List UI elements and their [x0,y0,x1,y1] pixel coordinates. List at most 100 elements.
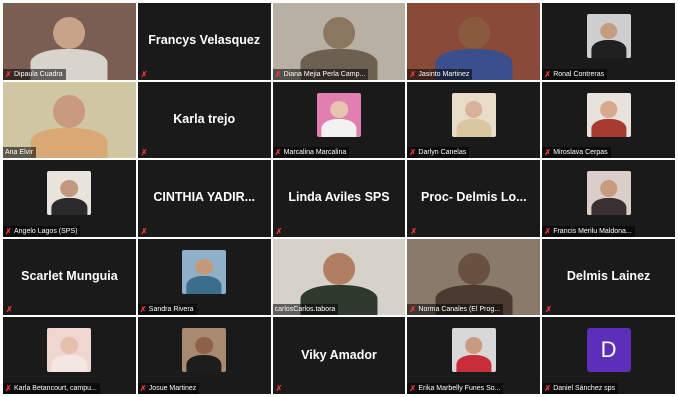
participant-name: Erika Marbelly Funes So... [418,384,501,392]
person-head [195,258,213,276]
participant-name-label: ✗ Miroslava Cerpas [542,147,611,159]
profile-picture [586,92,631,137]
participant-name-label: carlosCarlos.tabora [272,304,339,316]
person-body [591,197,627,216]
participant-name-label: ✗ Jasinto Martinez [407,68,473,80]
person-head [457,16,490,49]
participant-name: Darlyn Canelas [418,149,467,157]
mic-muted-icon: ✗ [5,226,12,236]
mic-muted-icon: ✗ [409,305,417,315]
mic-muted-icon: ✗ [140,226,148,236]
mic-muted-icon: ✗ [544,383,551,393]
mic-muted-icon: ✗ [409,69,417,79]
participant-tile[interactable]: Proc- Delmis Lo... ✗ [407,160,541,237]
person-head [53,16,86,49]
participant-name: Ana Elvir [5,149,34,157]
participant-tile[interactable]: Karla trejo ✗ [137,81,271,159]
participant-display-name: Linda Aviles SPS [288,190,390,205]
participant-display-name: Karla trejo [173,111,236,126]
profile-picture [586,171,631,216]
participant-tile[interactable]: ✗ Dipaula Cuadra [3,3,136,80]
person-head [60,179,79,197]
mic-muted-icon: ✗ [139,383,147,393]
participant-name-label: ✗ Karla Betancourt, campu... [3,382,100,394]
participant-name: Angelo Lagos (SPS) [14,227,78,235]
person-body [456,118,492,137]
participant-tile[interactable]: ✗ Diana Mejia Perla Camp... [272,3,406,80]
person-head [330,101,348,119]
mic-muted-icon: ✗ [140,148,148,158]
person-body [591,40,627,58]
mic-muted-icon: ✗ [140,69,148,79]
participant-tile[interactable]: CINTHIA YADIR... ✗ [137,160,271,237]
mic-muted-icon: ✗ [544,148,551,158]
mic-muted-icon: ✗ [274,69,282,79]
participant-tile[interactable]: ✗ Sandra Rivera [137,238,271,316]
participant-name: carlosCarlos.tabora [274,306,336,314]
participant-tile[interactable]: ✗ Erika Marbelly Funes So... [407,317,541,394]
participant-tile[interactable]: ✗ Ronal Contreras [542,3,675,80]
participant-name: Dipaula Cuadra [14,70,63,78]
participant-display-name: Scarlet Munguia [21,268,118,283]
person-head [457,252,490,285]
person-head [599,101,618,119]
mic-muted-icon: ✗ [545,305,552,315]
profile-picture [586,13,631,58]
participant-name: Daniel Sánchez sps [553,384,616,392]
mic-muted-icon: ✗ [139,305,147,315]
participant-name-label: ✗ Diana Mejia Perla Camp... [272,68,369,80]
participant-tile[interactable]: ✗ Norma Canales (El Prog... [407,238,541,316]
participant-tile[interactable]: ✗ Miroslava Cerpas [542,81,675,159]
participant-tile[interactable]: Ana Elvir [3,81,136,159]
person-body [51,354,87,373]
participant-name-label: ✗ Marcalina Marcalina [272,147,350,159]
person-body [30,127,108,159]
profile-picture [316,92,361,137]
participant-tile[interactable]: ✗ Karla Betancourt, campu... [3,317,136,394]
participant-tile[interactable]: D ✗ Daniel Sánchez sps [542,317,675,394]
person-body [186,276,222,294]
participant-display-name: CINTHIA YADIR... [153,190,256,205]
profile-picture [182,328,227,373]
participant-display-name: Delmis Lainez [566,268,651,283]
participant-name: Francis Merilu Maldona... [553,227,632,235]
participant-tile[interactable]: ✗ Marcalina Marcalina [272,81,406,159]
participant-name-label: ✗ Sandra Rivera [137,304,197,316]
participant-tile[interactable]: ✗ Josue Martinez [137,317,271,394]
participant-name: Sandra Rivera [148,306,194,314]
participant-name-label: ✗ Josue Martinez [137,382,200,394]
participant-tile[interactable]: carlosCarlos.tabora [272,238,406,316]
participant-tile[interactable]: ✗ Francis Merilu Maldona... [542,160,675,237]
mic-muted-icon: ✗ [544,69,551,79]
profile-picture [451,92,496,137]
participant-name: Diana Mejia Perla Camp... [283,70,366,78]
participant-name: Miroslava Cerpas [553,149,608,157]
participant-name: Norma Canales (El Prog... [418,306,501,314]
participant-tile[interactable]: ✗ Jasinto Martinez [407,3,541,80]
participant-tile[interactable]: Viky Amador ✗ [272,317,406,394]
person-head [53,95,86,128]
person-body [51,197,87,216]
participant-name: Jasinto Martinez [418,70,470,78]
mic-muted-icon: ✗ [5,383,12,393]
participant-tile[interactable]: Delmis Lainez ✗ [542,238,675,316]
participant-tile[interactable]: Francys Velasquez ✗ [137,3,271,80]
participant-name: Karla Betancourt, campu... [14,384,97,392]
participant-tile[interactable]: Scarlet Munguia ✗ [3,238,136,316]
participant-name: Josue Martinez [148,384,197,392]
mic-muted-icon: ✗ [410,226,418,236]
participant-name-label: Ana Elvir [3,147,37,159]
mic-muted-icon: ✗ [409,383,417,393]
participant-tile[interactable]: Linda Aviles SPS ✗ [272,160,406,237]
participant-name-label: ✗ Ronal Contreras [542,68,608,80]
person-head [323,252,355,285]
participant-display-name: Proc- Delmis Lo... [420,190,527,205]
participant-tile[interactable]: ✗ Darlyn Canelas [407,81,541,159]
person-head [599,179,618,197]
participant-name-label: ✗ Darlyn Canelas [407,147,470,159]
mic-muted-icon: ✗ [409,148,417,158]
participant-tile[interactable]: ✗ Angelo Lagos (SPS) [3,160,136,237]
person-head [464,337,483,354]
mic-muted-icon: ✗ [275,383,283,393]
profile-picture [47,328,92,373]
